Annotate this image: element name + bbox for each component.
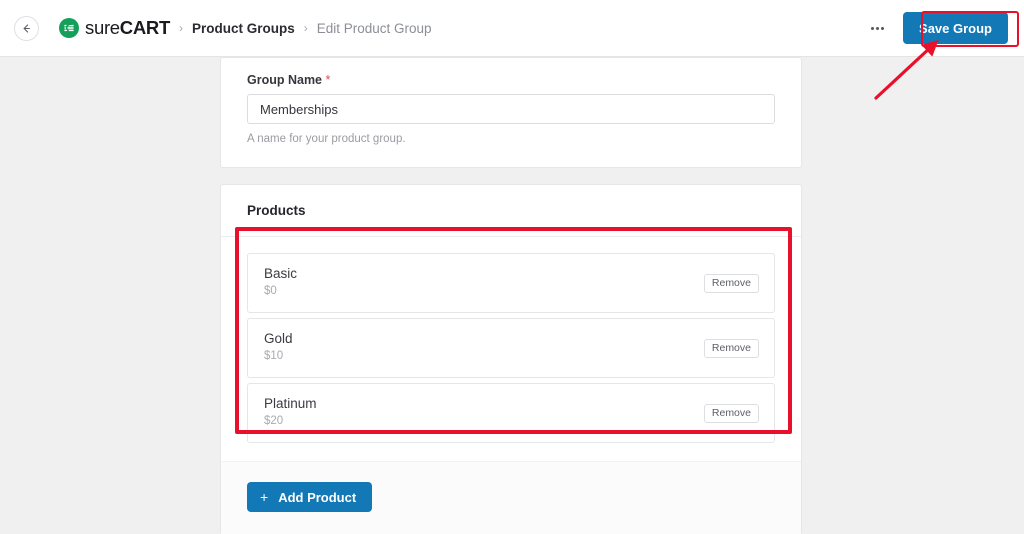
save-group-button[interactable]: Save Group	[903, 12, 1008, 44]
product-info: Gold $10	[264, 331, 704, 364]
products-list: Basic $0 Remove Gold $10 Remove Platinum…	[221, 237, 801, 443]
product-price: $0	[264, 285, 277, 298]
group-name-label: Group Name *	[247, 73, 775, 87]
brand-text-light: sure	[85, 16, 120, 38]
brand-logo[interactable]: sureCART	[59, 18, 170, 38]
back-button[interactable]	[14, 15, 39, 41]
products-section-title: Products	[247, 203, 306, 218]
product-name: Basic	[264, 266, 298, 282]
arrow-left-icon	[21, 23, 32, 34]
product-info: Platinum $20	[264, 396, 704, 429]
products-card-footer: + Add Product	[221, 461, 801, 534]
breadcrumb-separator-2: ›	[303, 21, 308, 35]
product-info: Basic $0	[264, 266, 704, 299]
group-name-help-text: A name for your product group.	[247, 133, 406, 145]
ellipsis-icon-dot-3	[880, 26, 884, 30]
remove-product-button[interactable]: Remove	[703, 273, 759, 293]
table-row[interactable]: Gold $10 Remove	[247, 318, 775, 378]
add-product-label: Add Product	[278, 489, 357, 505]
ellipsis-icon-dot-2	[875, 26, 879, 30]
breadcrumb-separator-1: ›	[178, 21, 183, 35]
table-row[interactable]: Basic $0 Remove	[247, 253, 775, 313]
group-name-label-text: Group Name	[247, 73, 323, 87]
breadcrumb-product-groups[interactable]: Product Groups	[192, 21, 295, 36]
product-price: $20	[264, 415, 284, 428]
app-root: sureCART › Product Groups › Edit Product…	[0, 0, 1024, 534]
group-name-card: Group Name * A name for your product gro…	[220, 57, 802, 168]
remove-product-button[interactable]: Remove	[703, 338, 759, 358]
add-product-button[interactable]: + Add Product	[247, 482, 373, 512]
surecart-logo-icon	[59, 18, 79, 38]
page-body: Group Name * A name for your product gro…	[0, 57, 1024, 534]
required-asterisk: *	[325, 73, 331, 87]
table-row[interactable]: Platinum $20 Remove	[247, 383, 775, 443]
products-section-header: Products	[221, 185, 801, 237]
content-column: Group Name * A name for your product gro…	[220, 57, 802, 534]
brand-wordmark: sureCART	[85, 16, 170, 38]
product-name: Platinum	[264, 396, 317, 412]
more-options-button[interactable]	[864, 15, 890, 41]
products-card: Products Basic $0 Remove Gold $10 Remove…	[220, 184, 802, 534]
product-name: Gold	[264, 331, 293, 347]
ellipsis-icon-dot-1	[870, 26, 874, 30]
brand-text-bold: CART	[119, 16, 170, 38]
top-bar: sureCART › Product Groups › Edit Product…	[0, 0, 1024, 57]
plus-icon: +	[260, 489, 269, 505]
remove-product-button[interactable]: Remove	[703, 403, 759, 423]
group-name-input[interactable]	[247, 94, 775, 124]
card-gap	[220, 168, 802, 184]
product-price: $10	[264, 350, 284, 363]
breadcrumb-current: Edit Product Group	[316, 20, 432, 36]
